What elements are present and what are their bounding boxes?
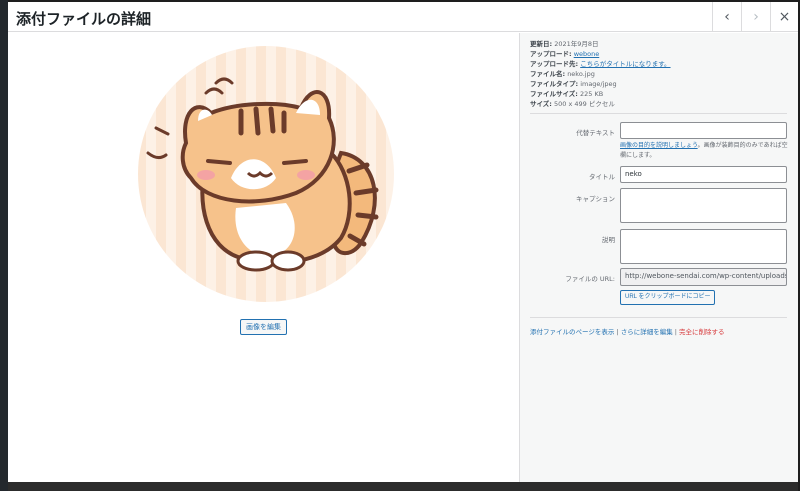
chevron-right-icon: › xyxy=(753,9,759,25)
backdrop xyxy=(0,0,8,491)
uploaded-on-value: 2021年9月8日 xyxy=(554,40,599,48)
attachment-image xyxy=(136,43,396,305)
edit-more-details-link[interactable]: さらに詳細を編集 xyxy=(621,328,673,336)
next-attachment-button[interactable]: › xyxy=(741,2,770,32)
copy-url-button[interactable]: URL をクリップボードにコピー xyxy=(620,290,716,305)
chevron-left-icon: ‹ xyxy=(724,9,730,25)
close-modal-button[interactable]: × xyxy=(770,2,798,32)
uploaded-to-link[interactable]: こちらがタイトルになります。 xyxy=(580,60,670,68)
alt-text-label: 代替テキスト xyxy=(576,129,615,137)
attachment-meta: 更新日: 2021年9月8日 アップロード: webone アップロード先: こ… xyxy=(530,39,671,109)
alt-text-help: 画像の目的を説明しましょう。画像が装飾目的のみであれば空欄にします。 xyxy=(620,142,788,159)
alt-text-help-link[interactable]: 画像の目的を説明しましょう xyxy=(620,142,698,149)
uploaded-on-row: 更新日: 2021年9月8日 xyxy=(530,40,599,48)
caption-label: キャプション xyxy=(576,195,615,203)
modal-title: 添付ファイルの詳細 xyxy=(16,10,152,28)
attachment-details-modal: 添付ファイルの詳細 ‹ › × 画像を編集 更新日: 2021年9月8日 アップ… xyxy=(8,2,798,482)
file-size-row: ファイルサイズ: 225 KB xyxy=(530,90,604,98)
uploaded-to-row: アップロード先: こちらがタイトルになります。 xyxy=(530,60,671,68)
file-url-label: ファイルの URL: xyxy=(565,275,615,283)
modal-header: 添付ファイルの詳細 ‹ › × xyxy=(8,2,798,32)
attachment-actions: 添付ファイルのページを表示 | さらに詳細を編集 | 完全に削除する xyxy=(530,328,725,336)
uploaded-by-row: アップロード: webone xyxy=(530,50,600,58)
caption-textarea[interactable] xyxy=(620,188,787,223)
file-url-input[interactable]: http://webone-sendai.com/wp-content/uplo… xyxy=(620,268,787,286)
alt-text-input[interactable] xyxy=(620,122,787,139)
description-label: 説明 xyxy=(602,236,615,244)
file-type-row: ファイルタイプ: image/jpeg xyxy=(530,80,617,88)
attachment-info-sidebar: 更新日: 2021年9月8日 アップロード: webone アップロード先: こ… xyxy=(519,33,798,482)
title-label: タイトル xyxy=(589,173,615,181)
edit-image-button[interactable]: 画像を編集 xyxy=(240,319,287,335)
close-icon: × xyxy=(778,9,791,25)
file-name-row: ファイル名: neko.jpg xyxy=(530,70,595,78)
view-attachment-page-link[interactable]: 添付ファイルのページを表示 xyxy=(530,328,614,336)
delete-permanently-link[interactable]: 完全に削除する xyxy=(679,328,725,336)
divider xyxy=(530,317,787,318)
title-input[interactable]: neko xyxy=(620,166,787,183)
divider xyxy=(530,113,787,114)
attachment-media-view: 画像を編集 xyxy=(8,33,519,482)
previous-attachment-button[interactable]: ‹ xyxy=(712,2,741,32)
dimensions-row: サイズ: 500 x 499 ピクセル xyxy=(530,100,615,108)
cat-illustration xyxy=(138,46,394,302)
backdrop-bottom xyxy=(8,482,798,491)
uploaded-by-link[interactable]: webone xyxy=(574,50,600,58)
description-textarea[interactable] xyxy=(620,229,787,264)
